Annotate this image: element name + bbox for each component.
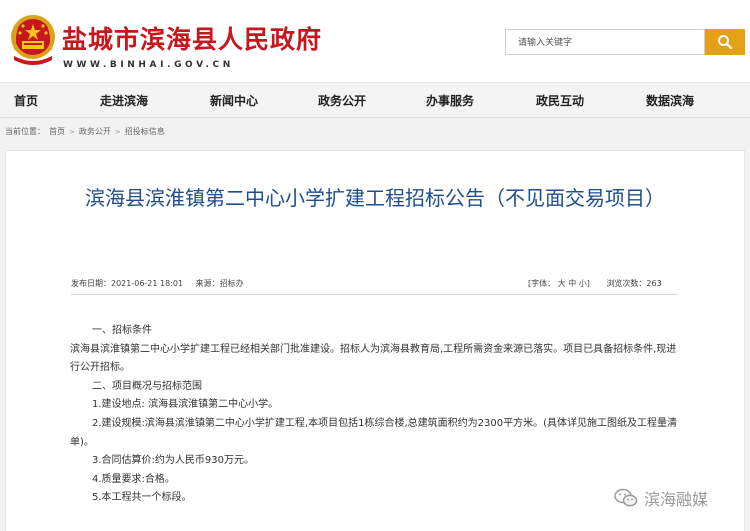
nav-item-news[interactable]: 新闻中心 [210, 92, 258, 109]
watermark-text: 滨海融媒 [644, 490, 709, 509]
article-source: 来源：招标办 [195, 279, 244, 288]
paragraph: 3.合同估算价:约为人民币930万元。 [92, 455, 254, 467]
article-meta: 发布日期：2021-06-21 18:01 来源：招标办 [71, 278, 244, 289]
paragraph: 滨海县滨淮镇第二中心小学扩建工程已经相关部门批准建设。招标人为滨海县教育局,工程… [70, 343, 677, 374]
paragraph: 5.本工程共一个标段。 [92, 492, 192, 504]
view-count: 浏览次数：263 [606, 279, 662, 288]
nav-item-data[interactable]: 数据滨海 [646, 92, 694, 109]
breadcrumb-link-gov-affairs[interactable]: 政务公开 [79, 126, 111, 137]
font-size-label: [字体： [528, 279, 556, 288]
nav-item-about[interactable]: 走进滨海 [100, 92, 148, 109]
paragraph: 4.质量要求:合格。 [92, 473, 175, 485]
national-emblem-icon [11, 15, 55, 65]
site-url: WWW.BINHAI.GOV.CN [63, 60, 234, 70]
paragraph: 2.建设规模:滨海县滨淮镇第二中心小学扩建工程,本项目包括1栋综合楼,总建筑面积… [70, 417, 677, 448]
site-title: 盐城市滨海县人民政府 [62, 25, 323, 54]
search-icon [718, 35, 733, 50]
article-body: 一、招标条件 滨海县滨淮镇第二中心小学扩建工程已经相关部门批准建设。招标人为滨海… [70, 322, 682, 508]
site-header: 盐城市滨海县人民政府 WWW.BINHAI.GOV.CN [0, 0, 750, 82]
divider [71, 294, 677, 295]
breadcrumb-link-home[interactable]: 首页 [49, 126, 65, 137]
chevron-right-icon: > [69, 127, 75, 136]
paragraph: 1.建设地点: 滨海县滨淮镇第二中心小学。 [92, 399, 279, 411]
section-heading: 二、项目概况与招标范围 [92, 380, 202, 392]
breadcrumb-link-tender-info[interactable]: 招投标信息 [125, 126, 165, 137]
article-title: 滨海县滨淮镇第二中心小学扩建工程招标公告（不见面交易项目） [85, 186, 665, 210]
breadcrumb: 当前位置： 首页 > 政务公开 > 招投标信息 [5, 126, 165, 137]
font-size-small-button[interactable]: 小 [579, 279, 587, 288]
watermark: 滨海融媒 [614, 486, 708, 510]
publish-date: 发布日期：2021-06-21 18:01 [71, 279, 184, 288]
nav-item-interaction[interactable]: 政民互动 [536, 92, 584, 109]
main-nav: 首页 走进滨海 新闻中心 政务公开 办事服务 政民互动 数据滨海 [0, 82, 750, 118]
section-heading: 一、招标条件 [92, 325, 152, 336]
search-input[interactable] [506, 31, 704, 55]
font-size-large-button[interactable]: 大 [558, 279, 566, 288]
nav-item-services[interactable]: 办事服务 [426, 92, 474, 109]
font-size-medium-button[interactable]: 中 [568, 279, 576, 288]
nav-item-home[interactable]: 首页 [14, 92, 38, 109]
chevron-right-icon: > [114, 127, 121, 136]
wechat-icon [614, 488, 638, 507]
nav-item-gov-affairs[interactable]: 政务公开 [318, 92, 366, 109]
search-button[interactable] [705, 29, 745, 55]
article-tools: [字体： 大 中 小] 浏览次数：263 [528, 278, 662, 289]
font-size-bracket: ] [586, 279, 590, 288]
search-box [505, 29, 705, 55]
breadcrumb-label: 当前位置： [5, 127, 45, 136]
